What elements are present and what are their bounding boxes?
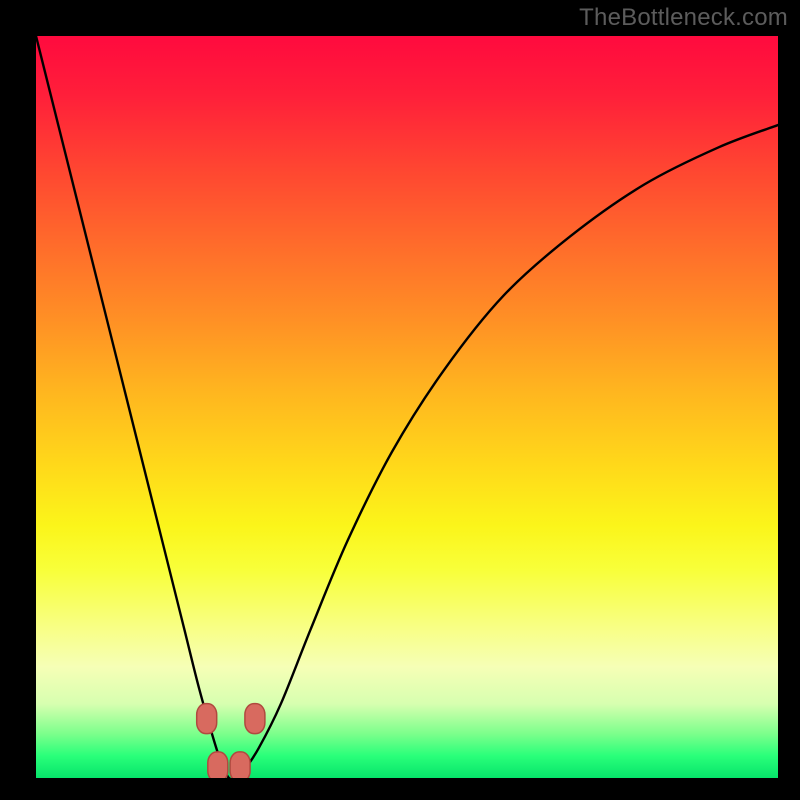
marker-dot [245,704,265,734]
marker-dot [208,752,228,778]
marker-dot [230,752,250,778]
chart-container: TheBottleneck.com [0,0,800,800]
marker-dot [197,704,217,734]
curve-markers [197,704,265,778]
curve-svg [36,36,778,778]
plot-area [36,36,778,778]
bottleneck-curve [36,36,778,778]
watermark-text: TheBottleneck.com [579,4,788,32]
